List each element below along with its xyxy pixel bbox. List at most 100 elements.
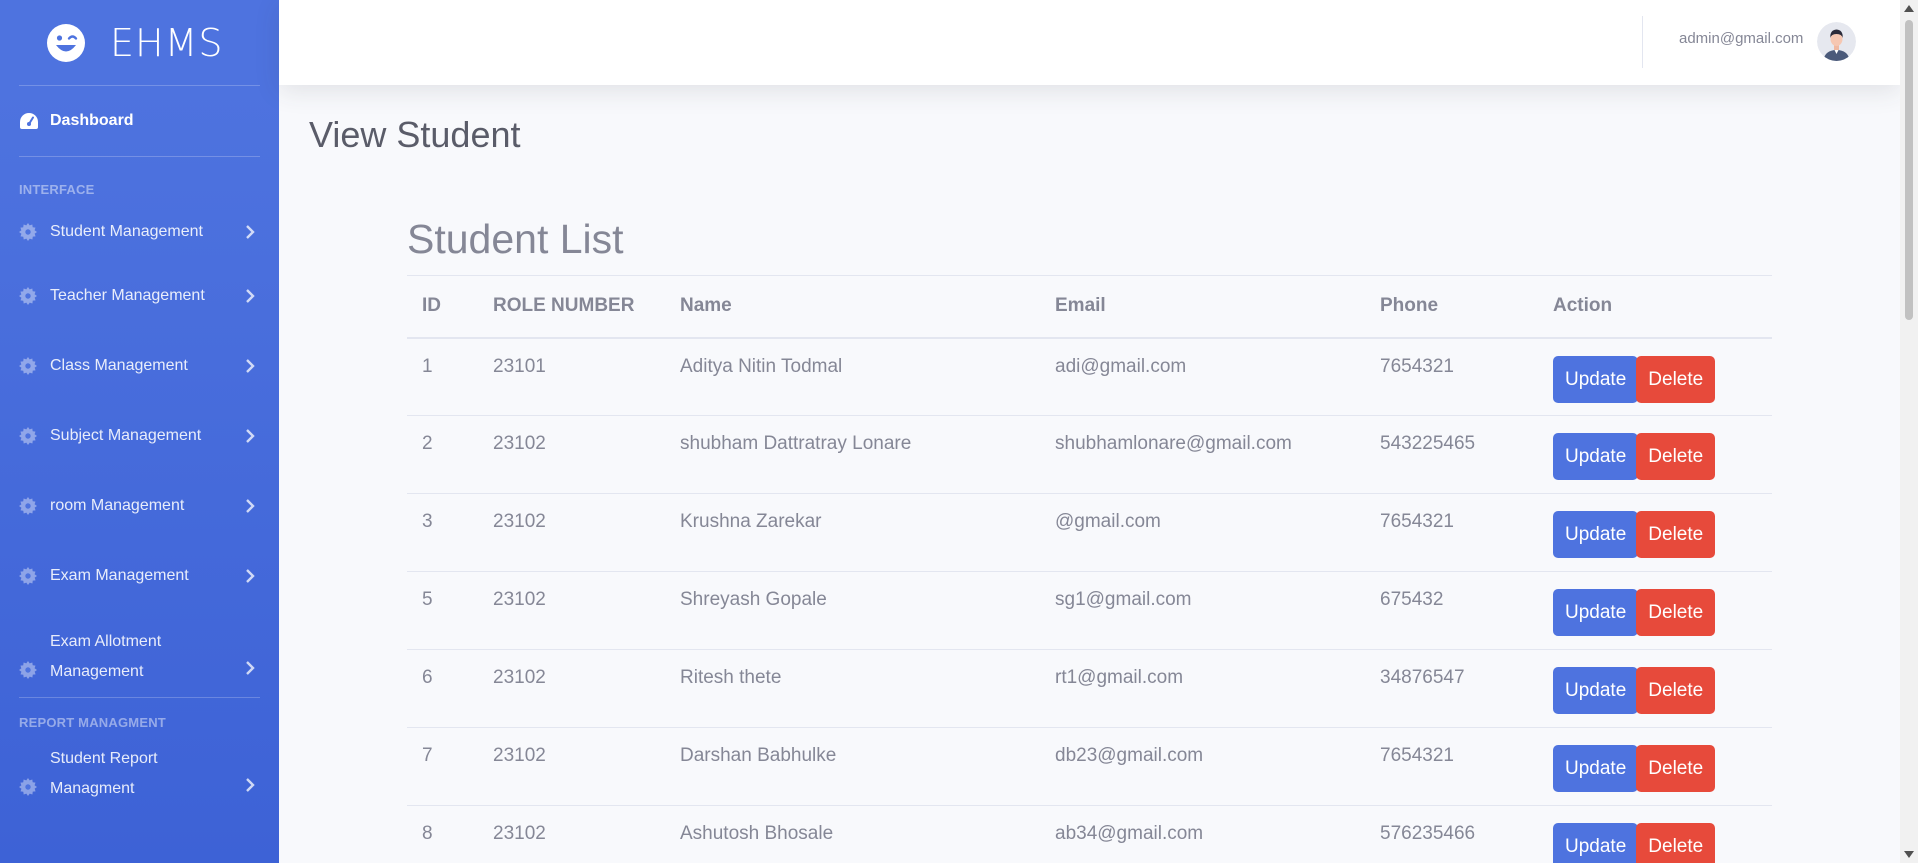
- cell-action: Update Delete: [1538, 727, 1772, 806]
- chevron-right-icon: [246, 289, 255, 303]
- update-button[interactable]: Update: [1553, 823, 1639, 863]
- table-row: 8 23102 Ashutosh Bhosale ab34@gmail.com …: [407, 805, 1772, 863]
- cell-role-number: 23102: [478, 727, 665, 806]
- delete-button[interactable]: Delete: [1636, 667, 1716, 714]
- chevron-right-icon: [246, 569, 255, 583]
- chevron-right-icon: [246, 429, 255, 443]
- column-header-email: Email: [1040, 275, 1365, 339]
- cell-id: 6: [407, 649, 478, 728]
- page-scrollbar[interactable]: [1900, 0, 1918, 863]
- update-button[interactable]: Update: [1553, 433, 1639, 480]
- tachometer-icon: [20, 113, 38, 129]
- sidebar-item-label: Class Management: [50, 357, 188, 374]
- sidebar-item-dashboard[interactable]: Dashboard: [0, 86, 279, 156]
- cell-email: shubhamlonare@gmail.com: [1040, 415, 1365, 494]
- cell-id: 2: [407, 415, 478, 494]
- list-title: Student List: [407, 216, 624, 262]
- update-button[interactable]: Update: [1553, 511, 1639, 558]
- delete-button[interactable]: Delete: [1636, 823, 1716, 863]
- cell-name: Shreyash Gopale: [665, 571, 1040, 650]
- cog-icon: [19, 427, 37, 445]
- sidebar-item-label: Subject Management: [50, 427, 202, 444]
- cell-email: db23@gmail.com: [1040, 727, 1365, 806]
- chevron-right-icon: [246, 499, 255, 513]
- cell-email: rt1@gmail.com: [1040, 649, 1365, 728]
- sidebar-item-exam-allotment-management[interactable]: Exam Allotment Management: [0, 611, 279, 697]
- sidebar-item-subject-management[interactable]: Subject Management: [0, 401, 279, 471]
- delete-button[interactable]: Delete: [1636, 433, 1716, 480]
- column-header-name: Name: [665, 275, 1040, 339]
- cell-id: 3: [407, 493, 478, 572]
- sidebar-item-label: Teacher Management: [50, 287, 205, 304]
- table-row: 6 23102 Ritesh thete rt1@gmail.com 34876…: [407, 649, 1772, 728]
- cell-action: Update Delete: [1538, 805, 1772, 863]
- column-header-role-number: ROLE NUMBER: [478, 275, 665, 339]
- sidebar-item-student-report-managment[interactable]: Student Report Managment: [0, 736, 279, 822]
- update-button[interactable]: Update: [1553, 745, 1639, 792]
- cell-role-number: 23101: [478, 337, 665, 416]
- update-button[interactable]: Update: [1553, 667, 1639, 714]
- chevron-right-icon: [246, 661, 255, 675]
- cog-icon: [19, 357, 37, 375]
- delete-button[interactable]: Delete: [1636, 589, 1716, 636]
- cell-name: Ritesh thete: [665, 649, 1040, 728]
- chevron-right-icon: [246, 359, 255, 373]
- page-title: View Student: [309, 114, 521, 155]
- cell-action: Update Delete: [1538, 337, 1772, 416]
- cell-role-number: 23102: [478, 805, 665, 863]
- sidebar-item-label: room Management: [50, 497, 185, 514]
- sidebar-item-label: Dashboard: [50, 112, 134, 129]
- cell-email: sg1@gmail.com: [1040, 571, 1365, 650]
- topbar-divider: [1642, 16, 1643, 68]
- column-header-phone: Phone: [1365, 275, 1538, 339]
- cell-phone: 675432: [1365, 571, 1538, 650]
- chevron-right-icon: [246, 225, 255, 239]
- sidebar-item-class-management[interactable]: Class Management: [0, 331, 279, 401]
- cell-action: Update Delete: [1538, 571, 1772, 650]
- cog-icon: [19, 567, 37, 585]
- cell-id: 5: [407, 571, 478, 650]
- scrollbar-thumb[interactable]: [1905, 20, 1913, 320]
- cell-name: Krushna Zarekar: [665, 493, 1040, 572]
- grin-wink-icon: [47, 23, 85, 62]
- sidebar-item-teacher-management[interactable]: Teacher Management: [0, 261, 279, 331]
- sidebar-item-label: Student Report Managment: [50, 750, 158, 797]
- sidebar: EHMS Dashboard INTERFACE Student Managem…: [0, 0, 279, 863]
- update-button[interactable]: Update: [1553, 355, 1639, 403]
- cell-phone: 7654321: [1365, 337, 1538, 416]
- table-row: 5 23102 Shreyash Gopale sg1@gmail.com 67…: [407, 571, 1772, 650]
- cell-action: Update Delete: [1538, 493, 1772, 572]
- cell-email: ab34@gmail.com: [1040, 805, 1365, 863]
- cell-name: Ashutosh Bhosale: [665, 805, 1040, 863]
- cell-phone: 34876547: [1365, 649, 1538, 728]
- delete-button[interactable]: Delete: [1636, 511, 1716, 558]
- brand-name: EHMS: [110, 20, 224, 65]
- cell-name: shubham Dattratray Lonare: [665, 415, 1040, 494]
- cell-phone: 7654321: [1365, 493, 1538, 572]
- cell-role-number: 23102: [478, 649, 665, 728]
- delete-button[interactable]: Delete: [1636, 355, 1716, 403]
- table-row: 7 23102 Darshan Babhulke db23@gmail.com …: [407, 727, 1772, 806]
- cell-phone: 576235466: [1365, 805, 1538, 863]
- user-avatar-icon: [1817, 22, 1856, 61]
- cell-role-number: 23102: [478, 493, 665, 572]
- table-row: 1 23101 Aditya Nitin Todmal adi@gmail.co…: [407, 337, 1772, 416]
- cell-phone: 543225465: [1365, 415, 1538, 494]
- cell-name: Aditya Nitin Todmal: [665, 337, 1040, 416]
- user-email[interactable]: admin@gmail.com: [1679, 30, 1803, 47]
- update-button[interactable]: Update: [1553, 589, 1639, 636]
- sidebar-item-room-management[interactable]: room Management: [0, 471, 279, 541]
- sidebar-item-student-management[interactable]: Student Management: [0, 203, 279, 261]
- scroll-down-arrow-icon[interactable]: [1904, 851, 1914, 858]
- student-table: ID ROLE NUMBER Name Email Phone Action 1…: [407, 275, 1772, 863]
- column-header-action: Action: [1538, 275, 1772, 339]
- sidebar-item-exam-management[interactable]: Exam Management: [0, 541, 279, 611]
- table-row: 3 23102 Krushna Zarekar @gmail.com 76543…: [407, 493, 1772, 572]
- cog-icon: [19, 661, 37, 679]
- cell-phone: 7654321: [1365, 727, 1538, 806]
- delete-button[interactable]: Delete: [1636, 745, 1716, 792]
- scroll-up-arrow-icon[interactable]: [1904, 5, 1914, 12]
- brand[interactable]: EHMS: [0, 0, 279, 85]
- topbar: admin@gmail.com: [279, 0, 1900, 85]
- avatar[interactable]: [1817, 22, 1856, 61]
